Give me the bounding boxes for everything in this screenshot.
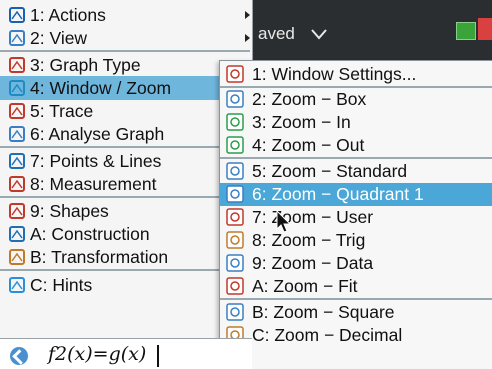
zoom-box-icon [226, 90, 244, 108]
submenu-item-label: 3: Zoom − In [252, 112, 351, 132]
menu-item-label: 5: Trace [30, 101, 94, 121]
hints-icon [8, 276, 26, 294]
menu-item[interactable]: A: Construction [0, 222, 250, 246]
menu-item[interactable]: 5: Trace [0, 99, 250, 123]
menu-item-label: 4: Window / Zoom [30, 78, 172, 98]
submenu-item-label: 5: Zoom − Standard [252, 161, 408, 181]
submenu-item-label: B: Zoom − Square [252, 302, 395, 322]
menu-item-label: 2: View [30, 28, 88, 48]
menu-item-label: 7: Points & Lines [30, 151, 162, 171]
submenu-item[interactable]: 6: Zoom − Quadrant 1 [220, 183, 492, 206]
window-zoom-submenu: 1: Window Settings... 2: Zoom − Box 3: Zoo… [219, 60, 492, 369]
graph-type-icon [8, 56, 26, 74]
submenu-item-label: 2: Zoom − Box [252, 89, 367, 109]
transformation-icon [8, 248, 26, 266]
shapes-icon [8, 202, 26, 220]
menu-separator [0, 146, 250, 148]
submenu-item[interactable]: 5: Zoom − Standard [220, 160, 492, 183]
zoom-user-icon [226, 208, 244, 226]
menu-separator [0, 196, 250, 198]
menu-item-label: C: Hints [30, 275, 93, 295]
submenu-item[interactable]: 4: Zoom − Out [220, 134, 492, 157]
chevron-down-icon[interactable] [310, 28, 328, 40]
menu-separator [0, 50, 250, 52]
window-zoom-icon [8, 79, 26, 97]
zoom-fit-icon [226, 277, 244, 295]
mouse-pointer-icon [276, 210, 292, 233]
ruler-icon [8, 175, 26, 193]
menu-item[interactable]: C: Hints [0, 273, 250, 297]
menu-item[interactable]: 3: Graph Type [0, 53, 250, 77]
submenu-item-label: 8: Zoom − Trig [252, 230, 366, 250]
menu-item[interactable]: 6: Analyse Graph [0, 122, 250, 146]
submenu-item-label: C: Zoom − Decimal [252, 325, 403, 345]
zoom-data-icon [226, 254, 244, 272]
main-menu: 1: Actions 2: View 3: Graph Type 4: Window … [0, 0, 253, 369]
submenu-item[interactable]: 3: Zoom − In [220, 111, 492, 134]
zoom-out-icon [226, 136, 244, 154]
expand-icon[interactable] [10, 347, 28, 365]
function-entry-line[interactable]: f2(x)=g(x) [0, 338, 252, 369]
menu-item-label: 9: Shapes [30, 201, 109, 221]
menu-item[interactable]: 4: Window / Zoom [0, 76, 250, 100]
submenu-arrow-icon [245, 11, 250, 19]
close-icon[interactable] [478, 18, 492, 40]
zoom-trig-icon [226, 231, 244, 249]
status-bar: aved [246, 0, 492, 60]
menu-item-label: 3: Graph Type [30, 55, 141, 75]
analyse-icon [8, 125, 26, 143]
menu-item[interactable]: 1: Actions [0, 3, 250, 27]
submenu-item[interactable]: 2: Zoom − Box [220, 88, 492, 111]
submenu-separator [220, 298, 492, 300]
zoom-standard-icon [226, 162, 244, 180]
menu-separator [0, 269, 250, 271]
menu-item-label: 1: Actions [30, 5, 106, 25]
ti-nspire-screen: aved 1: Actions 2: View 3: Graph Type 4: Wi… [0, 0, 492, 369]
view-icon [8, 29, 26, 47]
battery-icon [456, 22, 476, 40]
submenu-arrow-icon [245, 34, 250, 42]
submenu-item-label: A: Zoom − Fit [252, 276, 358, 296]
submenu-item-label: 9: Zoom − Data [252, 253, 374, 273]
zoom-in-icon [226, 113, 244, 131]
submenu-item-label: 7: Zoom − User [252, 207, 374, 227]
submenu-item-label: 6: Zoom − Quadrant 1 [252, 184, 424, 204]
menu-item[interactable]: 9: Shapes [0, 199, 250, 223]
trace-icon [8, 102, 26, 120]
submenu-item[interactable]: C: Zoom − Decimal [220, 324, 492, 347]
submenu-separator [220, 86, 492, 88]
document-name[interactable]: aved [258, 24, 295, 44]
text-cursor [157, 345, 159, 367]
zoom-quadrant-icon [226, 185, 244, 203]
menu-item[interactable]: 2: View [0, 26, 250, 50]
menu-item-label: B: Transformation [30, 247, 169, 267]
points-icon [8, 152, 26, 170]
submenu-item-label: 4: Zoom − Out [252, 135, 365, 155]
submenu-item[interactable]: 8: Zoom − Trig [220, 229, 492, 252]
submenu-item[interactable]: B: Zoom − Square [220, 301, 492, 324]
menu-item-label: 6: Analyse Graph [30, 124, 165, 144]
menu-item[interactable]: 8: Measurement [0, 172, 250, 196]
arrow-icon [8, 6, 26, 24]
menu-item-label: 8: Measurement [30, 174, 157, 194]
submenu-item[interactable]: 9: Zoom − Data [220, 252, 492, 275]
submenu-item[interactable]: A: Zoom − Fit [220, 275, 492, 298]
menu-item-label: A: Construction [30, 224, 150, 244]
menu-item[interactable]: 7: Points & Lines [0, 149, 250, 173]
submenu-separator [220, 157, 492, 159]
zoom-square-icon [226, 303, 244, 321]
construction-icon [8, 225, 26, 243]
function-entry-text[interactable]: f2(x)=g(x) [48, 343, 146, 365]
submenu-item[interactable]: 1: Window Settings... [220, 63, 492, 86]
menu-item[interactable]: B: Transformation [0, 245, 250, 269]
submenu-item[interactable]: 7: Zoom − User [220, 206, 492, 229]
window-settings-icon [226, 65, 244, 83]
submenu-item-label: 1: Window Settings... [252, 64, 417, 84]
